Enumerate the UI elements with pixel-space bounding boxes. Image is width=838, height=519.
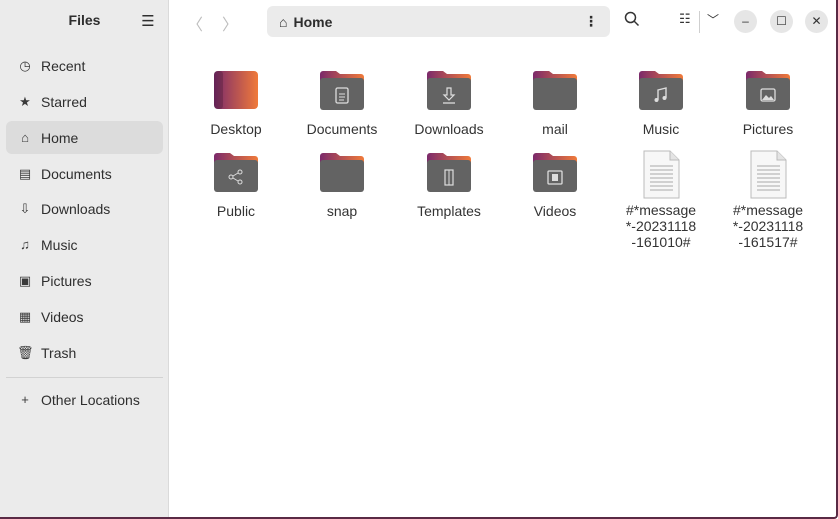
picture-icon: ▣ [18,272,32,288]
item-label: Downloads [414,121,484,137]
close-button[interactable]: ✕ [805,10,828,33]
item-label: mail [542,121,568,137]
document-folder-icon [320,71,364,110]
main-menu-button[interactable]: ☰ [140,12,156,30]
back-button[interactable]: 〈 [187,11,203,35]
folder-item[interactable]: Desktop [186,70,286,137]
sidebar-item-label: Starred [41,93,87,110]
sidebar-item-label: Downloads [41,200,111,217]
text-file-icon [750,150,787,199]
sidebar-separator [6,377,163,378]
sidebar-item-label: Music [41,236,78,253]
path-label: Home [293,13,333,30]
sidebar-item-other-locations[interactable]: + Other Locations [6,383,163,416]
sidebar-item-recent[interactable]: ◷ Recent [6,49,163,82]
sidebar-item-downloads[interactable]: ⇩ Downloads [6,192,163,225]
sidebar-item-label: Pictures [41,272,92,289]
folder-item[interactable]: Music [611,70,711,137]
folder-item[interactable]: mail [505,70,605,137]
sidebar: Files ☰ ◷ Recent ★ Starred ⌂ Home ▤ Documents ⇩ D… [0,0,169,517]
sidebar-item-label: Recent [41,57,86,74]
music-folder-icon [639,71,683,110]
item-label: Desktop [210,121,262,137]
item-label: Templates [417,203,481,219]
home-icon: ⌂ [21,130,29,145]
sidebar-item-music[interactable]: ♫ Music [6,228,163,261]
sidebar-item-label: Documents [41,165,112,182]
music-icon: ♫ [20,237,30,252]
star-icon: ★ [19,93,31,109]
folder-item[interactable]: Videos [505,152,605,219]
sidebar-item-documents[interactable]: ▤ Documents [6,157,163,190]
path-menu-icon[interactable]: ⋮ [584,13,598,30]
plus-icon: + [21,392,29,407]
video-icon: ▦ [18,308,32,324]
item-label: Videos [533,203,577,219]
folder-item[interactable]: Public [186,152,286,219]
item-label: Pictures [742,121,794,137]
desktop-folder-icon [214,71,258,109]
sidebar-item-trash[interactable]: 🗑 Trash [6,336,163,369]
share-folder-icon [214,153,258,192]
folder-item[interactable]: Templates [399,152,499,219]
file-item[interactable]: #*message*-20231118-161010# [611,150,711,250]
forward-button[interactable]: 〉 [222,11,238,35]
header-bar: 〈 〉 ⌂ Home ⋮ ☷ ﹀ – ☐ ✕ [170,0,836,44]
file-item[interactable]: #*message*-20231118-161517# [718,150,818,250]
search-icon [624,11,640,27]
folder-item[interactable]: Downloads [399,70,499,137]
sidebar-item-label: Videos [41,308,84,325]
picture-folder-icon [746,71,790,110]
sidebar-item-home[interactable]: ⌂ Home [6,121,163,154]
download-folder-icon [427,71,471,110]
item-label: Documents [306,121,378,137]
files-window: Files ☰ ◷ Recent ★ Starred ⌂ Home ▤ Documents ⇩ D… [0,0,838,519]
item-label: Music [642,121,680,137]
folder-item[interactable]: Pictures [718,70,818,137]
divider [699,11,700,33]
item-label: snap [326,203,358,219]
sidebar-item-label: Trash [41,344,77,361]
item-label: #*message*-20231118-161517# [732,202,804,250]
home-icon: ⌂ [279,13,288,30]
maximize-button[interactable]: ☐ [770,10,793,33]
item-label: Public [216,203,256,219]
document-icon: ▤ [18,165,32,181]
recent-icon: ◷ [19,57,31,73]
template-folder-icon [427,153,471,192]
trash-icon: 🗑 [17,344,34,360]
item-label: #*message*-20231118-161010# [625,202,697,250]
list-view-button[interactable]: ☷ [679,11,691,27]
search-button[interactable] [624,11,640,31]
sidebar-item-label: Other Locations [41,391,140,408]
minimize-button[interactable]: – [734,10,757,33]
view-options-chevron-icon[interactable]: ﹀ [707,11,719,28]
download-icon: ⇩ [19,200,31,216]
sidebar-item-label: Home [41,129,79,146]
folder-item[interactable]: snap [292,152,392,219]
sidebar-item-pictures[interactable]: ▣ Pictures [6,264,163,297]
plain-folder-icon [320,153,364,192]
path-bar[interactable]: ⌂ Home ⋮ [267,6,610,37]
folder-item[interactable]: Documents [292,70,392,137]
plain-folder-icon [533,71,577,110]
text-file-icon [643,150,680,199]
sidebar-item-starred[interactable]: ★ Starred [6,85,163,118]
video-folder-icon [533,153,577,192]
sidebar-item-videos[interactable]: ▦ Videos [6,300,163,333]
